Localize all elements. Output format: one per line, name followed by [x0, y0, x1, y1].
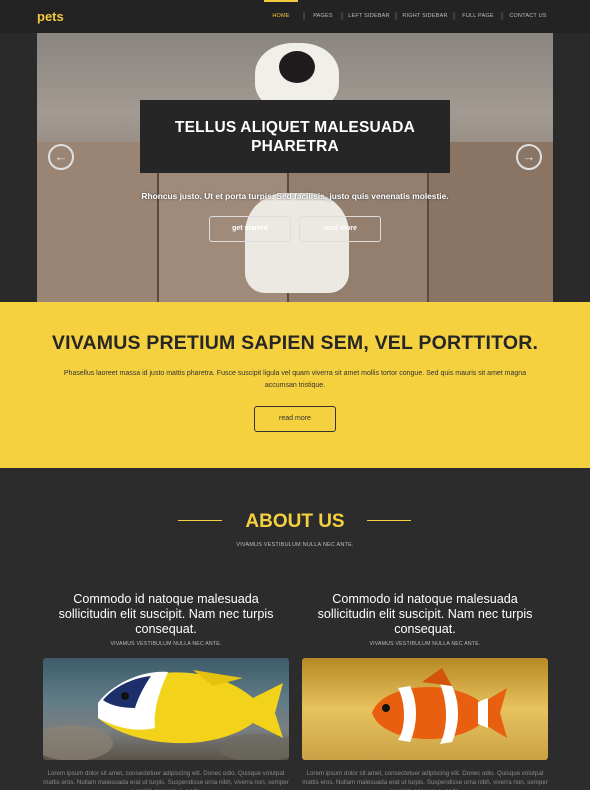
arrow-right-icon: → — [522, 149, 536, 164]
menu-separator: | — [453, 13, 455, 20]
hero-subtitle: Rhoncus justo. Ut et porta turpis. Sed f… — [141, 191, 449, 201]
column-text: Lorem ipsum dolor sit amet, consectetuer… — [43, 770, 289, 790]
about-title: ABOUT US — [245, 511, 345, 532]
hero-caption-box: TELLUS ALIQUET MALESUADA PHARETRA — [140, 100, 450, 173]
column-subtitle: VIVAMUS VESTIBULUM NULLA NEC ANTE. — [110, 641, 222, 647]
top-nav: pets HOME | PAGES | LEFT SIDEBAR | RIGHT… — [0, 0, 590, 33]
hero-slider: ← → TELLUS ALIQUET MALESUADA PHARETRA Rh… — [37, 33, 553, 302]
about-subtitle: VIVAMUS VESTIBULUM NULLA NEC ANTE. — [236, 542, 354, 548]
menu-item-contact-us[interactable]: CONTACT US — [508, 0, 548, 33]
column-subtitle: VIVAMUS VESTIBULUM NULLA NEC ANTE. — [369, 641, 481, 647]
get-started-button[interactable]: get started — [209, 216, 291, 242]
menu-separator: | — [341, 13, 343, 20]
menu-item-home[interactable]: HOME — [264, 0, 298, 33]
puppy-torso — [245, 193, 349, 293]
about-section: ABOUT US VIVAMUS VESTIBULUM NULLA NEC AN… — [0, 468, 590, 790]
yellow-fish-image[interactable] — [43, 658, 289, 760]
menu-separator: | — [395, 13, 397, 20]
about-column-1: Commodo id natoque malesuada sollicitudi… — [43, 592, 289, 790]
slider-prev-button[interactable]: ← — [48, 144, 74, 170]
title-divider-right — [367, 520, 411, 521]
clownfish-image[interactable] — [302, 658, 548, 760]
hero-title-line1: TELLUS ALIQUET MALESUADA — [174, 119, 416, 136]
column-title: Commodo id natoque malesuada sollicitudi… — [317, 592, 533, 636]
arrow-left-icon: ← — [54, 149, 68, 164]
column-title: Commodo id natoque malesuada sollicitudi… — [58, 592, 274, 636]
column-text: Lorem ipsum dolor sit amet, consectetuer… — [302, 770, 548, 790]
clownfish-illustration — [372, 668, 507, 744]
menu-item-pages[interactable]: PAGES — [310, 0, 336, 33]
menu-item-full-page[interactable]: FULL PAGE — [460, 0, 496, 33]
slider-next-button[interactable]: → — [516, 144, 542, 170]
feature-read-more-button[interactable]: read more — [254, 406, 336, 432]
logo[interactable]: pets — [37, 9, 64, 24]
hero-read-more-button[interactable]: read more — [299, 216, 381, 242]
menu-item-right-sidebar[interactable]: RIGHT SIDEBAR — [402, 0, 448, 33]
about-column-2: Commodo id natoque malesuada sollicitudi… — [302, 592, 548, 790]
feature-title: VIVAMUS PRETIUM SAPIEN SEM, VEL PORTTITO… — [51, 332, 539, 354]
menu-item-left-sidebar[interactable]: LEFT SIDEBAR — [348, 0, 390, 33]
menu-separator: | — [501, 13, 503, 20]
feature-text: Phasellus laoreet massa id justo mattis … — [63, 370, 527, 389]
main-menu: HOME | PAGES | LEFT SIDEBAR | RIGHT SIDE… — [264, 0, 548, 33]
puppy-ear-patch — [279, 51, 315, 83]
hero-title-line2: PHARETRA — [251, 138, 339, 155]
yellow-fish-illustration — [43, 670, 289, 760]
feature-band: VIVAMUS PRETIUM SAPIEN SEM, VEL PORTTITO… — [0, 302, 590, 468]
menu-separator: | — [303, 13, 305, 20]
